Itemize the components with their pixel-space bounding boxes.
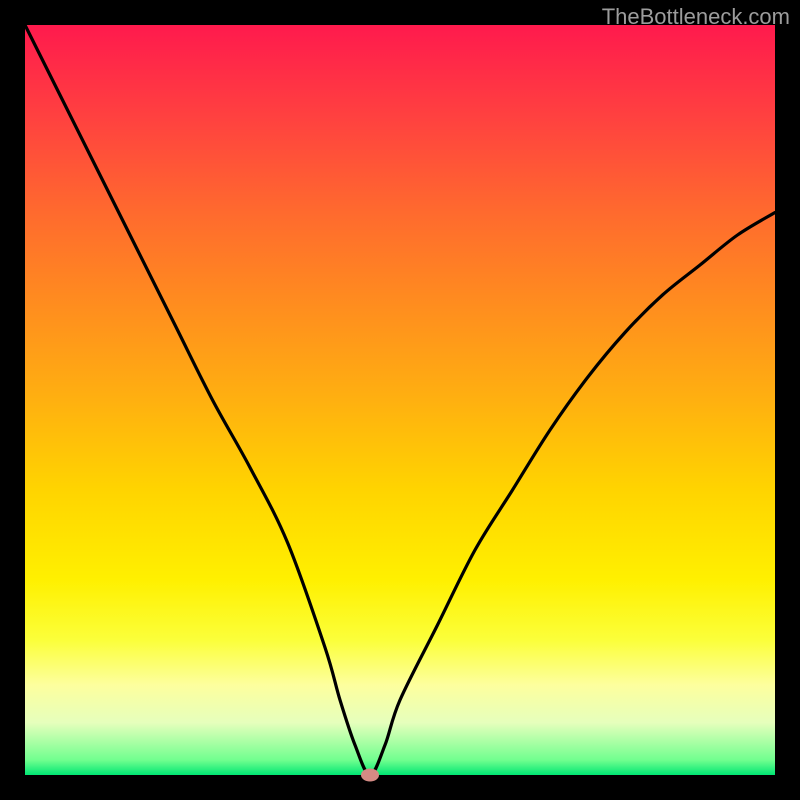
chart-frame: TheBottleneck.com [0, 0, 800, 800]
plot-area [25, 25, 775, 775]
watermark-text: TheBottleneck.com [602, 4, 790, 30]
optimal-point-marker [361, 769, 379, 782]
bottleneck-curve [25, 25, 775, 775]
